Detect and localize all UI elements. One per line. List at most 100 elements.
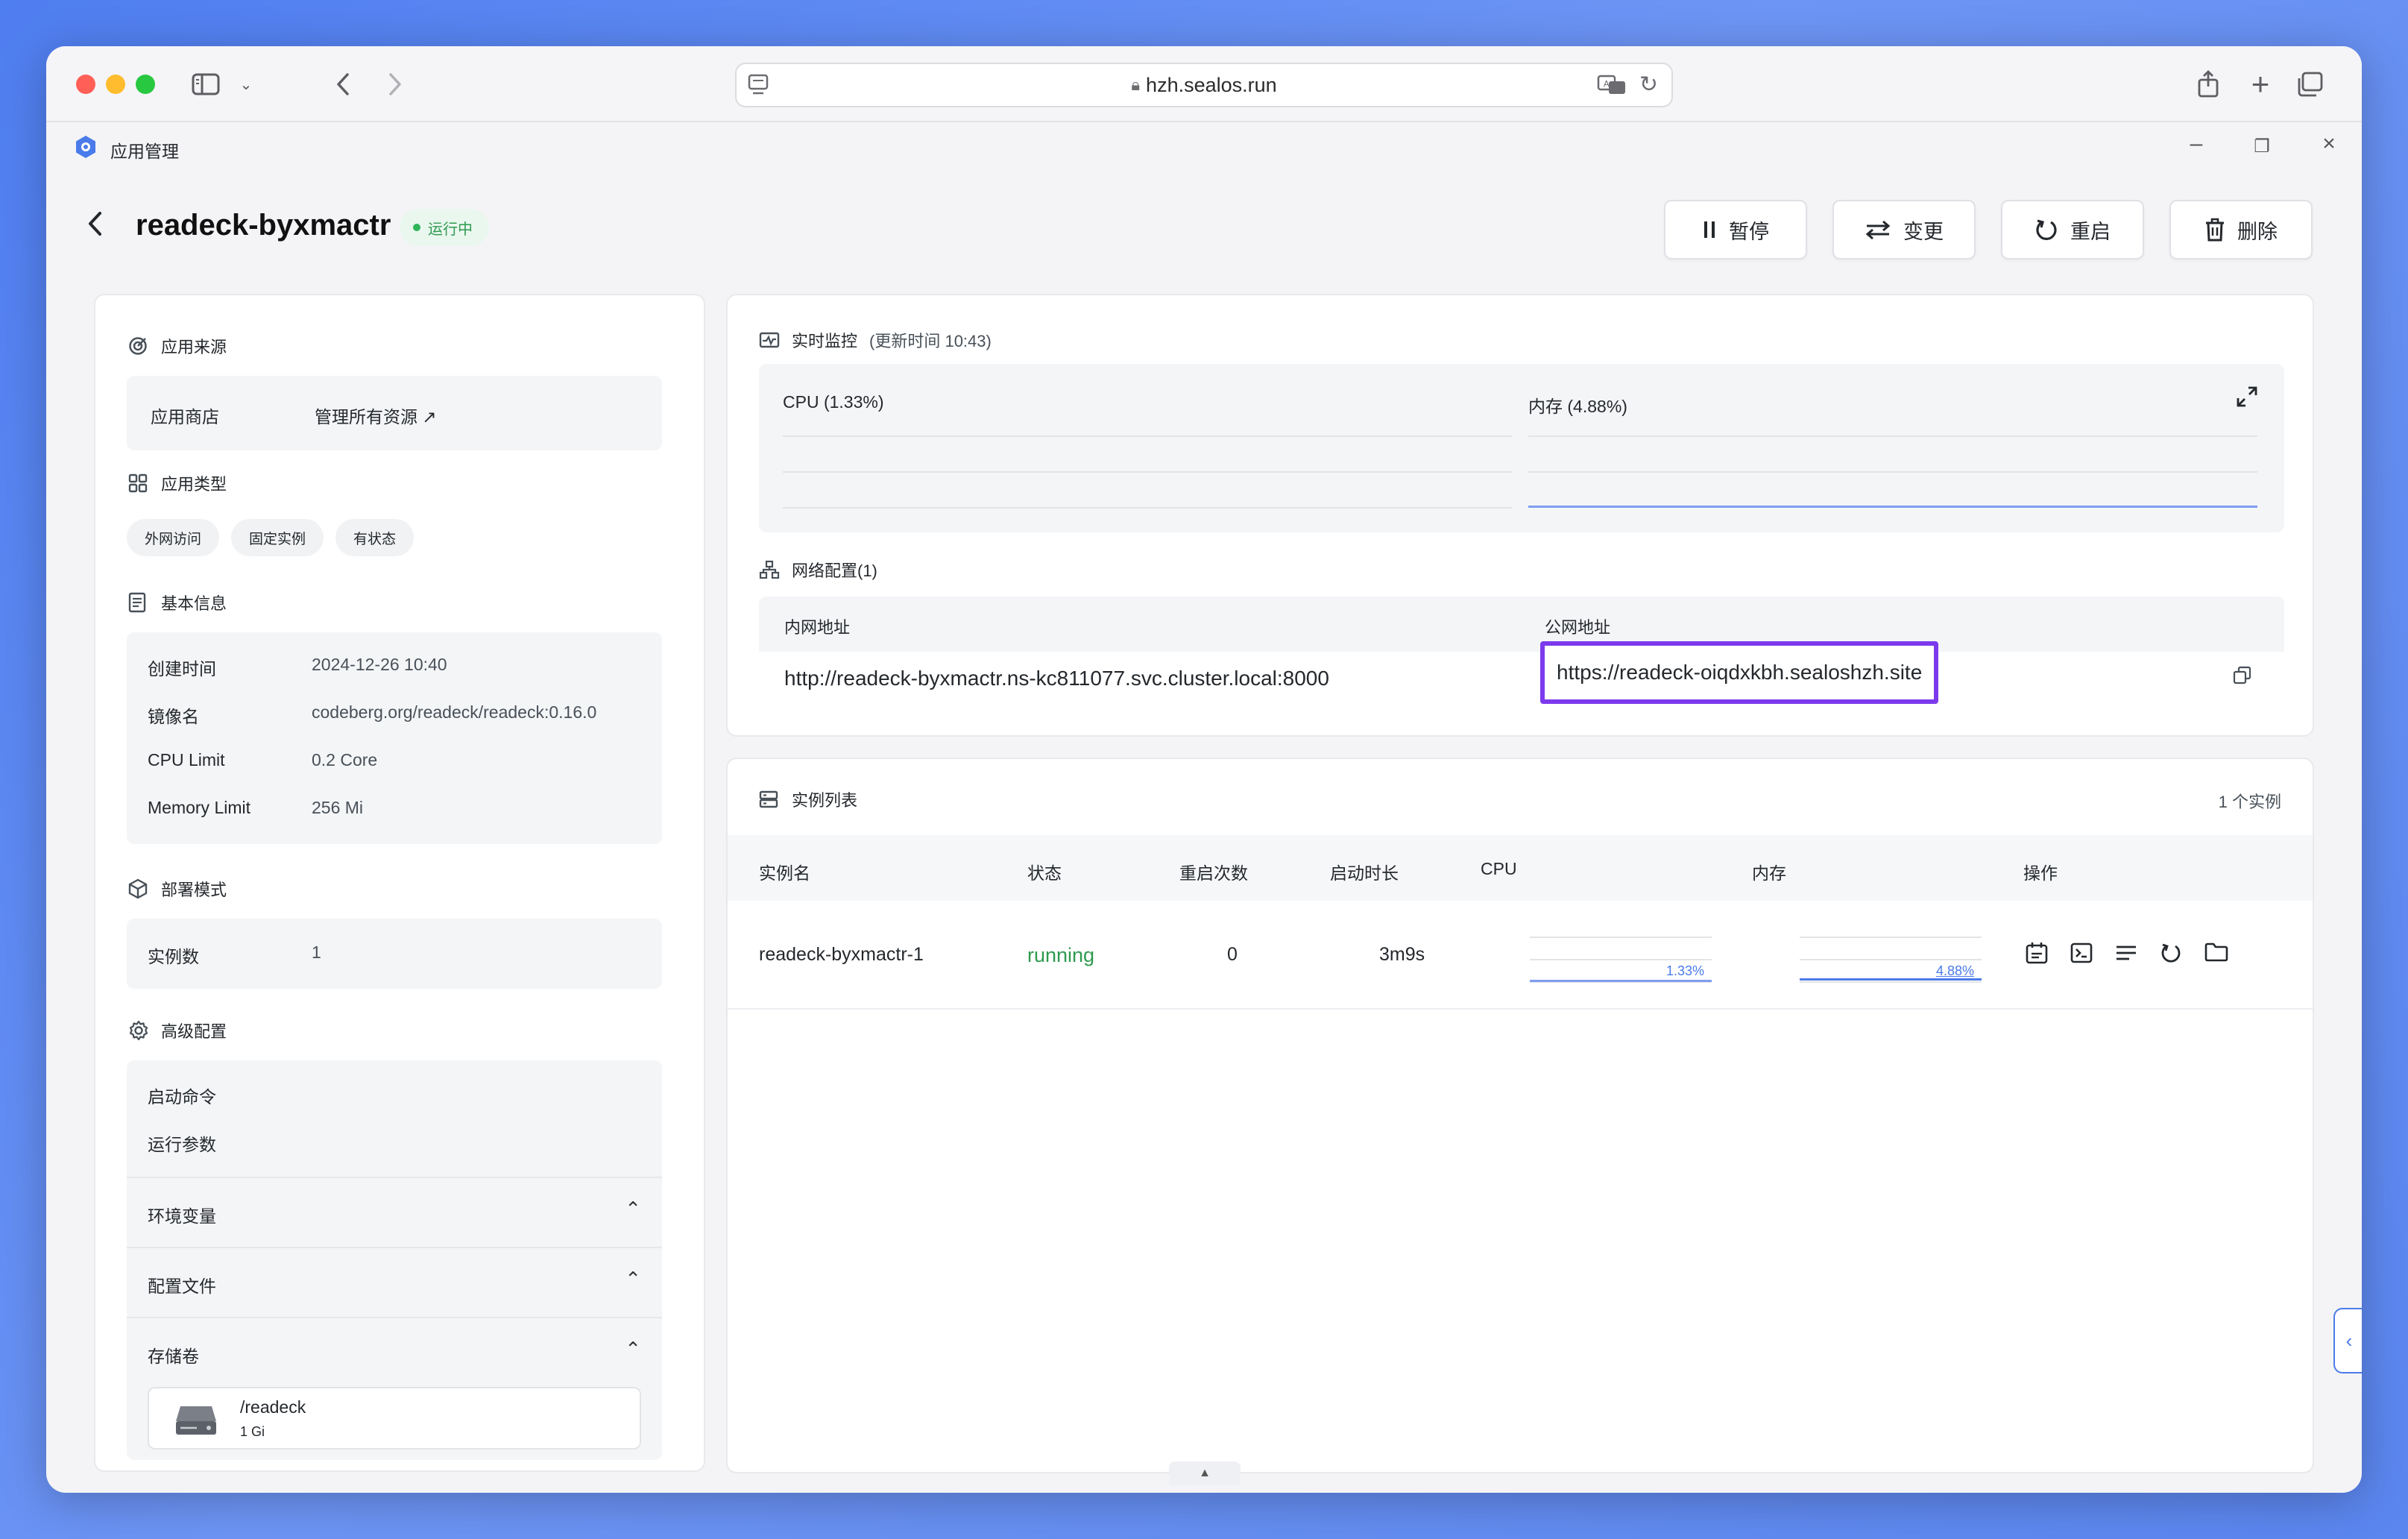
tab-overview-icon[interactable] xyxy=(2293,69,2326,100)
memory-usage-value: 4.88% xyxy=(1935,963,1974,978)
expand-icon[interactable] xyxy=(2235,385,2259,409)
network-row: http://readeck-byxmactr.ns-kc811077.svc.… xyxy=(759,641,2284,708)
back-button[interactable] xyxy=(86,209,103,239)
minimize-icon[interactable]: – xyxy=(2181,131,2211,157)
logs-icon[interactable] xyxy=(2114,941,2138,965)
delete-button[interactable]: 删除 xyxy=(2169,200,2313,259)
table-row: readeck-byxmactr-1 running 0 3m9s 1.33% … xyxy=(728,901,2313,1010)
replicas-value: 1 xyxy=(312,942,321,962)
internal-address[interactable]: http://readeck-byxmactr.ns-kc811077.svc.… xyxy=(784,667,1329,690)
pause-button[interactable]: 暂停 xyxy=(1664,200,1807,259)
chart-grid-line xyxy=(1800,981,1982,983)
volume-card[interactable]: /readeck 1 Gi xyxy=(148,1387,641,1450)
bottom-drawer-handle[interactable]: ▲ xyxy=(1169,1461,1241,1485)
chevron-up-icon[interactable]: ⌃ xyxy=(625,1197,641,1221)
restore-icon[interactable]: ❐ xyxy=(2247,136,2277,157)
svg-text:A: A xyxy=(1604,79,1610,89)
cpu-grid-line xyxy=(783,471,1512,473)
col-memory: 内存 xyxy=(1752,863,1786,883)
close-window-button[interactable] xyxy=(76,75,95,94)
cube-icon xyxy=(128,878,149,899)
monitor-icon xyxy=(759,331,780,349)
restart-button[interactable]: 重启 xyxy=(2001,200,2144,259)
basic-title-text: 基本信息 xyxy=(161,594,227,613)
restart-label: 重启 xyxy=(2070,220,2111,243)
side-drawer-toggle[interactable]: ‹ xyxy=(2333,1308,2362,1373)
close-icon[interactable]: × xyxy=(2314,131,2344,157)
external-link-icon: ↗ xyxy=(422,407,437,427)
section-title-source: 应用来源 xyxy=(128,334,227,358)
folder-icon[interactable] xyxy=(2204,941,2229,963)
image-key: 镜像名 xyxy=(148,707,199,726)
cpu-limit-value: 0.2 Core xyxy=(312,750,378,770)
restart-icon xyxy=(2034,218,2058,242)
instance-uptime: 3m9s xyxy=(1379,944,1425,965)
created-key: 创建时间 xyxy=(148,659,216,679)
col-restarts: 重启次数 xyxy=(1179,863,1248,883)
back-arrow-icon[interactable] xyxy=(330,69,356,100)
status-text: 运行中 xyxy=(428,221,473,238)
memory-grid-line xyxy=(1528,435,2257,437)
restart-instance-icon[interactable] xyxy=(2159,941,2183,965)
share-icon[interactable] xyxy=(2193,69,2223,100)
chevron-up-icon[interactable]: ⌃ xyxy=(625,1338,641,1361)
network-table-header: 内网地址 公网地址 xyxy=(759,597,2284,652)
chart-grid-line xyxy=(1530,937,1712,938)
network-icon xyxy=(759,560,780,579)
memory-mini-chart: 4.88% xyxy=(1800,934,1982,983)
reload-icon[interactable]: ↻ xyxy=(1639,72,1658,98)
memory-monitor-label: 内存 (4.88%) xyxy=(1528,392,1627,418)
browser-window: ⌄ 🔒︎ hzh.sealos.run A ↻ + 应用管理 – ❐ × rea… xyxy=(46,46,2362,1493)
page-menu-icon[interactable] xyxy=(747,73,769,97)
source-key: 应用商店 xyxy=(151,407,219,427)
address-bar[interactable]: 🔒︎ hzh.sealos.run A ↻ xyxy=(735,63,1673,107)
deploy-title-text: 部署模式 xyxy=(161,881,227,899)
basic-info-box: 创建时间 2024-12-26 10:40 镜像名 codeberg.org/r… xyxy=(127,632,662,844)
cpu-limit-key: CPU Limit xyxy=(148,750,225,770)
memory-label-text: 内存 xyxy=(1528,397,1563,416)
minimize-window-button[interactable] xyxy=(106,75,125,94)
status-dot-icon xyxy=(413,224,420,231)
cpu-usage-line xyxy=(1530,980,1712,983)
sidebar-toggle-icon[interactable] xyxy=(189,69,222,100)
change-button[interactable]: 变更 xyxy=(1832,200,1976,259)
lock-icon: 🔒︎ xyxy=(1131,75,1141,94)
trash-icon xyxy=(2204,218,2225,242)
created-value: 2024-12-26 10:40 xyxy=(312,655,447,674)
zoom-window-button[interactable] xyxy=(136,75,155,94)
document-icon xyxy=(128,592,149,613)
terminal-icon[interactable] xyxy=(2070,941,2093,965)
public-address-link[interactable]: https://readeck-oiqdxkbh.sealoshzh.site xyxy=(1540,641,1939,704)
cpu-grid-line xyxy=(783,435,1512,437)
col-cpu: CPU xyxy=(1481,859,1517,878)
cpu-grid-line xyxy=(783,507,1512,509)
col-instance-name: 实例名 xyxy=(759,863,810,883)
config-files-row[interactable]: 配置文件 ⌃ xyxy=(127,1247,662,1317)
chevron-up-icon[interactable]: ⌃ xyxy=(625,1268,641,1291)
source-box: 应用商店 管理所有资源 ↗ xyxy=(127,376,662,450)
env-vars-label: 环境变量 xyxy=(148,1206,216,1226)
internal-address-header: 内网地址 xyxy=(784,618,851,637)
new-tab-icon[interactable]: + xyxy=(2245,66,2275,101)
env-vars-row[interactable]: 环境变量 ⌃ xyxy=(127,1177,662,1247)
chevron-down-icon[interactable]: ⌄ xyxy=(237,69,255,100)
translate-icon[interactable]: A xyxy=(1597,75,1627,95)
app-details-panel: 应用来源 应用商店 管理所有资源 ↗ 应用类型 外网访问 固定实例 有状态 基本… xyxy=(94,294,705,1472)
pause-label: 暂停 xyxy=(1729,220,1769,243)
memory-limit-key: Memory Limit xyxy=(148,798,251,817)
section-title-type: 应用类型 xyxy=(128,471,227,495)
swap-arrows-icon xyxy=(1865,219,1891,240)
storage-row[interactable]: 存储卷 ⌃ /readeck 1 Gi xyxy=(127,1317,662,1460)
manage-resources-link[interactable]: 管理所有资源 ↗ xyxy=(315,403,437,428)
cpu-monitor-label: CPU (1.33%) xyxy=(783,392,884,412)
cpu-label-text: CPU xyxy=(783,392,819,412)
monitor-box: CPU (1.33%) 内存 (4.88%) xyxy=(759,364,2284,532)
caret-up-icon: ▲ xyxy=(1199,1467,1211,1479)
memory-limit-value: 256 Mi xyxy=(312,798,364,817)
calendar-icon[interactable] xyxy=(2025,941,2049,965)
monitor-updated-text: (更新时间 10:43) xyxy=(869,332,992,350)
forward-arrow-icon[interactable] xyxy=(382,69,409,100)
copy-icon[interactable] xyxy=(2232,665,2253,686)
type-title-text: 应用类型 xyxy=(161,475,227,494)
chevron-left-icon: ‹ xyxy=(2345,1329,2353,1352)
